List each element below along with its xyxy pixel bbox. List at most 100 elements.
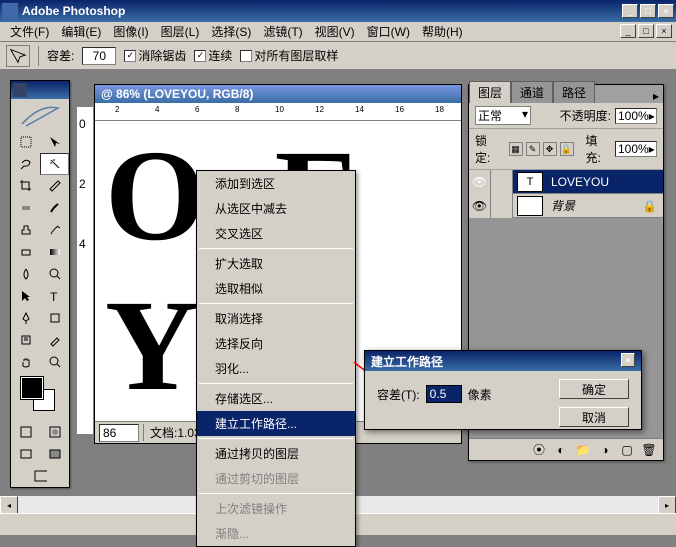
link-slot[interactable] <box>491 194 513 218</box>
blend-mode-select[interactable]: 正常▾ <box>475 106 531 125</box>
ctx-layer-via-copy[interactable]: 通过拷贝的图层 <box>197 441 355 466</box>
dialog-close-button[interactable]: × <box>621 353 635 367</box>
maximize-button[interactable]: □ <box>640 4 656 18</box>
color-swatches[interactable] <box>11 373 69 421</box>
type-tool[interactable]: T <box>40 285 69 307</box>
menu-edit[interactable]: 编辑(E) <box>55 21 107 42</box>
opacity-input[interactable]: 100%▸ <box>615 108 657 124</box>
notes-tool[interactable] <box>11 329 40 351</box>
mdi-close-button[interactable]: × <box>656 24 672 38</box>
layer-name[interactable]: LOVEYOU <box>547 175 609 189</box>
antialias-label: 消除锯齿 <box>138 47 186 64</box>
close-button[interactable]: × <box>658 4 674 18</box>
move-tool[interactable] <box>40 131 69 153</box>
standard-mode-icon[interactable] <box>11 421 40 443</box>
path-select-tool[interactable] <box>11 285 40 307</box>
lock-all-icon[interactable]: 🔒 <box>560 142 574 156</box>
shape-tool[interactable] <box>40 307 69 329</box>
pen-tool[interactable] <box>11 307 40 329</box>
delete-layer-icon[interactable]: 🗑 <box>641 442 657 458</box>
brush-tool[interactable] <box>40 197 69 219</box>
app-title: Adobe Photoshop <box>22 4 622 18</box>
marquee-tool[interactable] <box>11 131 40 153</box>
new-set-icon[interactable]: 📁 <box>575 442 591 458</box>
ctx-subtract-selection[interactable]: 从选区中减去 <box>197 196 355 221</box>
ctx-intersect-selection[interactable]: 交叉选区 <box>197 221 355 246</box>
cancel-button[interactable]: 取消 <box>559 407 629 427</box>
blur-tool[interactable] <box>11 263 40 285</box>
ok-button[interactable]: 确定 <box>559 379 629 399</box>
layer-mask-icon[interactable]: ◐ <box>553 442 569 458</box>
current-tool-icon[interactable] <box>6 45 30 67</box>
history-brush-tool[interactable] <box>40 219 69 241</box>
hand-tool[interactable] <box>11 351 40 373</box>
eraser-tool[interactable] <box>11 241 40 263</box>
imageready-icon[interactable] <box>11 465 69 487</box>
menu-layer[interactable]: 图层(L) <box>155 21 206 42</box>
tolerance-dialog-input[interactable] <box>426 385 462 403</box>
menu-image[interactable]: 图像(I) <box>107 21 154 42</box>
all-layers-checkbox[interactable] <box>240 50 252 62</box>
scroll-left-button[interactable]: ◂ <box>0 496 18 514</box>
ctx-make-work-path[interactable]: 建立工作路径... <box>197 411 355 436</box>
separator <box>199 493 353 494</box>
ctx-similar[interactable]: 选取相似 <box>197 276 355 301</box>
mdi-minimize-button[interactable]: _ <box>620 24 636 38</box>
document-title[interactable]: @ 86% (LOVEYOU, RGB/8) <box>95 85 461 103</box>
layer-item[interactable]: 👁 T LOVEYOU <box>469 170 663 194</box>
menu-filter[interactable]: 滤镜(T) <box>257 21 308 42</box>
lock-paint-icon[interactable]: ✎ <box>526 142 540 156</box>
adjustment-layer-icon[interactable]: ◑ <box>597 442 613 458</box>
tab-channels[interactable]: 通道 <box>511 81 553 103</box>
crop-tool[interactable] <box>11 175 40 197</box>
app-icon <box>2 3 18 19</box>
ctx-deselect[interactable]: 取消选择 <box>197 306 355 331</box>
lock-transparent-icon[interactable]: ▦ <box>509 142 523 156</box>
zoom-input[interactable] <box>99 424 139 442</box>
ctx-add-to-selection[interactable]: 添加到选区 <box>197 171 355 196</box>
separator <box>199 383 353 384</box>
new-layer-icon[interactable]: ▢ <box>619 442 635 458</box>
minimize-button[interactable]: _ <box>622 4 638 18</box>
ctx-feather[interactable]: 羽化... <box>197 356 355 381</box>
ctx-grow[interactable]: 扩大选取 <box>197 251 355 276</box>
wand-tool[interactable] <box>40 153 69 175</box>
dialog-titlebar[interactable]: 建立工作路径 × <box>365 351 641 371</box>
visibility-icon[interactable]: 👁 <box>469 194 491 218</box>
dodge-tool[interactable] <box>40 263 69 285</box>
visibility-icon[interactable]: 👁 <box>469 170 491 194</box>
stamp-tool[interactable] <box>11 219 40 241</box>
antialias-checkbox[interactable]: ✓ <box>124 50 136 62</box>
tolerance-input[interactable] <box>82 47 116 65</box>
link-slot[interactable] <box>491 170 513 194</box>
screen-mode-1-icon[interactable] <box>11 443 40 465</box>
slice-tool[interactable] <box>40 175 69 197</box>
toolbox-titlebar[interactable] <box>11 81 69 99</box>
layer-style-icon[interactable]: ⦿ <box>531 442 547 458</box>
panel-menu-icon[interactable]: ▸ <box>649 89 663 103</box>
eyedropper-tool[interactable] <box>40 329 69 351</box>
menu-help[interactable]: 帮助(H) <box>416 21 469 42</box>
screen-mode-2-icon[interactable] <box>40 443 69 465</box>
scroll-right-button[interactable]: ▸ <box>658 496 676 514</box>
tab-paths[interactable]: 路径 <box>553 81 595 103</box>
zoom-tool[interactable] <box>40 351 69 373</box>
lock-move-icon[interactable]: ✥ <box>543 142 557 156</box>
menu-select[interactable]: 选择(S) <box>205 21 257 42</box>
contiguous-checkbox[interactable]: ✓ <box>194 50 206 62</box>
menu-view[interactable]: 视图(V) <box>309 21 361 42</box>
heal-tool[interactable] <box>11 197 40 219</box>
foreground-color-swatch[interactable] <box>21 377 43 399</box>
layer-item[interactable]: 👁 背景 🔒 <box>469 194 663 218</box>
gradient-tool[interactable] <box>40 241 69 263</box>
lasso-tool[interactable] <box>11 153 40 175</box>
menu-file[interactable]: 文件(F) <box>4 21 55 42</box>
ctx-save-selection[interactable]: 存储选区... <box>197 386 355 411</box>
tab-layers[interactable]: 图层 <box>469 81 511 103</box>
layer-name[interactable]: 背景 <box>547 197 575 214</box>
menu-window[interactable]: 窗口(W) <box>361 21 416 42</box>
mdi-restore-button[interactable]: □ <box>638 24 654 38</box>
fill-input[interactable]: 100%▸ <box>615 141 657 157</box>
quickmask-mode-icon[interactable] <box>40 421 69 443</box>
ctx-inverse[interactable]: 选择反向 <box>197 331 355 356</box>
